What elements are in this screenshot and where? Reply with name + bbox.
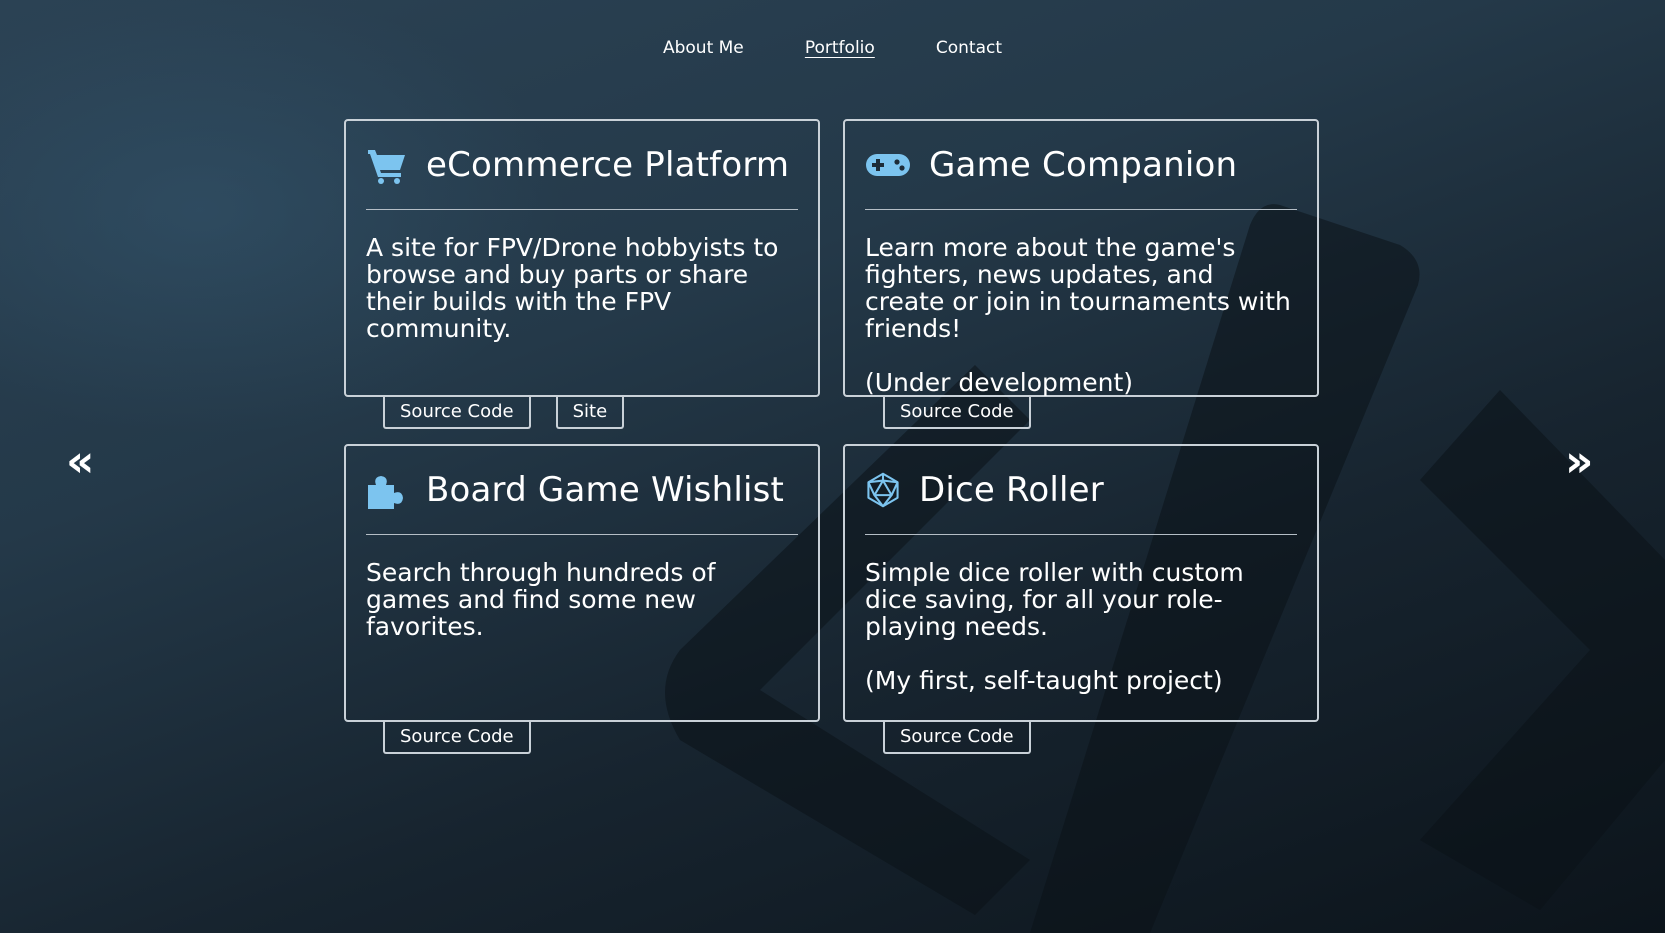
gamepad-icon bbox=[866, 154, 910, 176]
site-button[interactable]: Site bbox=[555, 397, 625, 429]
project-card-board-game-wishlist: Board Game Wishlist Search through hundr… bbox=[344, 444, 820, 722]
card-actions: Source Code bbox=[883, 397, 1056, 429]
card-description: A site for FPV/Drone hobbyists to browse… bbox=[366, 233, 779, 343]
card-title: eCommerce Platform bbox=[426, 145, 790, 185]
card-description: Search through hundreds of games and fin… bbox=[366, 558, 716, 641]
carousel-next-button[interactable]: » bbox=[1565, 440, 1593, 484]
card-header: eCommerce Platform bbox=[366, 139, 798, 210]
source-code-button[interactable]: Source Code bbox=[883, 722, 1031, 754]
card-actions: Source Code bbox=[383, 722, 556, 754]
card-title: Game Companion bbox=[929, 145, 1238, 185]
source-code-button[interactable]: Source Code bbox=[383, 397, 531, 429]
card-description: Simple dice roller with custom dice savi… bbox=[865, 558, 1244, 641]
background-code-logo bbox=[665, 204, 1665, 933]
card-header: Dice Roller bbox=[865, 464, 1297, 535]
card-description: Learn more about the game's fighters, ne… bbox=[865, 233, 1291, 343]
card-actions: Source Code bbox=[883, 722, 1056, 754]
source-code-button[interactable]: Source Code bbox=[883, 397, 1031, 429]
card-actions: Source Code Site bbox=[383, 397, 649, 429]
main-nav: About Me Portfolio Contact bbox=[0, 38, 1665, 58]
card-title: Dice Roller bbox=[919, 470, 1104, 510]
card-note: (My first, self-taught project) bbox=[865, 666, 1223, 695]
card-header: Game Companion bbox=[865, 139, 1297, 210]
nav-contact[interactable]: Contact bbox=[936, 38, 1002, 58]
card-title: Board Game Wishlist bbox=[426, 470, 785, 510]
project-card-ecommerce: eCommerce Platform A site for FPV/Drone … bbox=[344, 119, 820, 397]
carousel-prev-button[interactable]: « bbox=[66, 440, 94, 484]
d20-dice-icon bbox=[867, 472, 899, 508]
nav-portfolio[interactable]: Portfolio bbox=[805, 38, 875, 58]
project-card-game-companion: Game Companion Learn more about the game… bbox=[843, 119, 1319, 397]
nav-about-me[interactable]: About Me bbox=[663, 38, 744, 58]
puzzle-piece-icon bbox=[368, 476, 403, 509]
project-card-dice-roller: Dice Roller Simple dice roller with cust… bbox=[843, 444, 1319, 722]
card-note: (Under development) bbox=[865, 368, 1134, 397]
shopping-cart-icon bbox=[368, 150, 405, 184]
card-header: Board Game Wishlist bbox=[366, 464, 798, 535]
source-code-button[interactable]: Source Code bbox=[383, 722, 531, 754]
